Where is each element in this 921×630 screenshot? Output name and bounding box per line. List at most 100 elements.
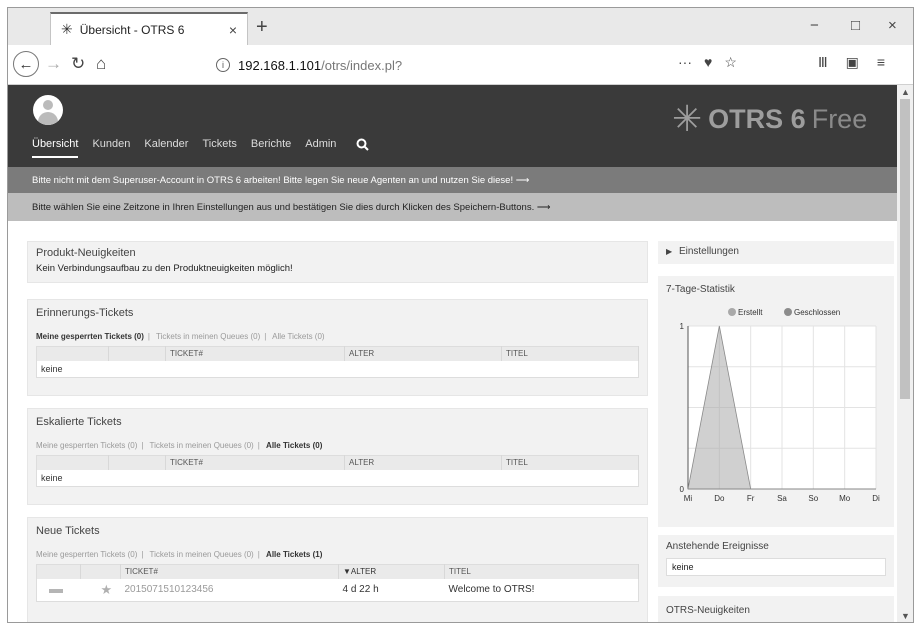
tab-my-queues[interactable]: Tickets in meinen Queues (0) (150, 550, 254, 559)
escalated-title[interactable]: Eskalierte Tickets (28, 409, 647, 435)
events-title[interactable]: Anstehende Ereignisse (658, 535, 894, 558)
triangle-right-icon: ▶ (666, 247, 673, 256)
col-ticket-number[interactable]: TICKET# (120, 564, 339, 579)
tab-all-tickets[interactable]: Alle Tickets (0) (272, 332, 324, 341)
settings-toggle[interactable]: ▶ Einstellungen (658, 241, 894, 264)
otrs-news-title: OTRS-Neuigkeiten (666, 605, 750, 616)
scrollbar-thumb[interactable] (900, 99, 910, 399)
legend-label: Geschlossen (794, 308, 840, 317)
window-close-icon[interactable]: × (888, 17, 897, 34)
scrollbar[interactable]: ▲ ▼ (897, 85, 913, 622)
ticket-number[interactable]: 2015071510123456 (121, 579, 339, 602)
tab-strip: ✳ Übersicht - OTRS 6 × + − □ × (8, 8, 913, 45)
nav-customers[interactable]: Kunden (92, 138, 130, 158)
stats-widget: 7-Tage-Statistik Mi Do Fr Sa So Mo Di 0 1 Erstell… (658, 276, 894, 527)
logo-brand: OTRS 6 (708, 103, 806, 134)
events-widget: Anstehende Ereignisse keine (658, 535, 894, 587)
legend-swatch (728, 308, 736, 316)
legend-label: Erstellt (738, 308, 763, 317)
col-age[interactable]: ▼ALTER (338, 564, 445, 579)
logo-edition: Free (811, 103, 868, 134)
tab-all-tickets[interactable]: Alle Tickets (0) (266, 441, 322, 450)
reminder-title[interactable]: Erinnerungs-Tickets (28, 300, 647, 326)
y-tick-label: 1 (680, 322, 685, 331)
page-actions-icon[interactable]: ··· (678, 54, 692, 71)
browser-toolbar: ← → ↻ ⌂ i 192.168.1.101/otrs/index.pl? ·… (8, 45, 913, 85)
col-icon1 (36, 455, 109, 470)
col-icon1 (36, 564, 81, 579)
browser-tab[interactable]: ✳ Übersicht - OTRS 6 × (50, 12, 248, 45)
star-icon[interactable]: ★ (101, 582, 113, 597)
home-button[interactable]: ⌂ (96, 54, 106, 74)
nav-reports[interactable]: Berichte (251, 138, 291, 158)
forward-button[interactable]: → (45, 54, 62, 74)
priority-bar-icon (49, 588, 63, 593)
new-tickets-tabs: Meine gesperrten Tickets (0) | Tickets in… (36, 550, 323, 559)
new-tickets-title[interactable]: Neue Tickets (28, 518, 647, 544)
table-row[interactable]: ★ 2015071510123456 4 d 22 h Welcome to O… (37, 579, 639, 602)
library-icon[interactable]: Ⅲ (818, 54, 828, 71)
col-ticket-number[interactable]: TICKET# (165, 455, 345, 470)
otrs-header: Übersicht Kunden Kalender Tickets Berich… (8, 85, 897, 167)
info-icon[interactable]: i (216, 58, 230, 72)
nav-overview[interactable]: Übersicht (32, 138, 79, 158)
tab-title: Übersicht - OTRS 6 (79, 22, 185, 37)
tab-my-queues[interactable]: Tickets in meinen Queues (0) (150, 441, 254, 450)
star-cell: ★ (81, 579, 121, 602)
scroll-down-icon[interactable]: ▼ (901, 611, 910, 621)
reload-button[interactable]: ↻ (71, 54, 85, 74)
nav-admin[interactable]: Admin (305, 138, 336, 158)
scroll-up-icon[interactable]: ▲ (901, 87, 910, 97)
nav-calendar[interactable]: Kalender (144, 138, 188, 158)
new-tickets-widget: Neue Tickets Meine gesperrten Tickets (0… (27, 517, 648, 622)
col-age[interactable]: ALTER (344, 455, 502, 470)
bookmark-star-icon[interactable]: ☆ (724, 54, 737, 71)
col-title[interactable]: TITEL (444, 564, 639, 579)
otrs-news-widget[interactable]: OTRS-Neuigkeiten (658, 596, 894, 622)
superuser-notice[interactable]: Bitte nicht mit dem Superuser-Account in… (8, 167, 897, 193)
reminder-tabs: Meine gesperrten Tickets (0) | Tickets in… (36, 332, 325, 341)
tab-my-locked[interactable]: Meine gesperrten Tickets (0) (36, 550, 137, 559)
otrs-favicon-icon: ✳ (61, 21, 73, 37)
minimize-icon[interactable]: − (810, 17, 819, 34)
otrs-star-icon: ✳ (672, 98, 703, 139)
events-list: keine (666, 558, 886, 576)
back-button[interactable]: ← (13, 51, 39, 77)
ticket-age: 4 d 22 h (342, 584, 379, 595)
settings-label: Einstellungen (678, 246, 739, 257)
new-tab-button[interactable]: + (256, 16, 268, 39)
pocket-icon[interactable]: ♥ (704, 54, 712, 71)
otrs-logo: ✳ OTRS 6 Free (672, 101, 867, 137)
maximize-icon[interactable]: □ (851, 17, 860, 34)
x-tick-label: So (808, 494, 818, 503)
col-title[interactable]: TITEL (501, 455, 639, 470)
tab-my-locked[interactable]: Meine gesperrten Tickets (0) (36, 332, 144, 341)
x-tick-label: Mi (684, 494, 693, 503)
y-tick-label: 0 (680, 485, 685, 494)
col-ticket-number[interactable]: TICKET# (165, 346, 345, 361)
escalated-tabs: Meine gesperrten Tickets (0) | Tickets in… (36, 441, 323, 450)
product-news-title[interactable]: Produkt-Neuigkeiten (28, 242, 647, 264)
x-tick-label: Di (872, 494, 880, 503)
tab-close-icon[interactable]: × (229, 22, 237, 38)
avatar[interactable] (33, 95, 63, 125)
timezone-notice[interactable]: Bitte wählen Sie eine Zeitzone in Ihren … (8, 193, 897, 221)
priority-cell (37, 579, 81, 602)
x-tick-label: Do (714, 494, 725, 503)
nav-tickets[interactable]: Tickets (202, 138, 236, 158)
tab-all-tickets[interactable]: Alle Tickets (1) (266, 550, 322, 559)
col-age[interactable]: ALTER (344, 346, 502, 361)
search-icon[interactable] (356, 138, 370, 158)
ticket-title[interactable]: Welcome to OTRS! (445, 579, 639, 602)
menu-icon[interactable]: ≡ (877, 54, 885, 71)
stats-title[interactable]: 7-Tage-Statistik (658, 276, 894, 303)
x-tick-label: Mo (839, 494, 851, 503)
browser-window: ✳ Übersicht - OTRS 6 × + − □ × ← → ↻ ⌂ i… (7, 7, 914, 623)
col-title[interactable]: TITEL (501, 346, 639, 361)
tab-my-locked[interactable]: Meine gesperrten Tickets (0) (36, 441, 137, 450)
stats-chart: Mi Do Fr Sa So Mo Di 0 1 Erstellt Geschlossen (680, 308, 880, 503)
tab-my-queues[interactable]: Tickets in meinen Queues (0) (156, 332, 260, 341)
arrow-left-icon: ← (18, 55, 34, 73)
sidebar-icon[interactable]: ▣ (846, 54, 859, 71)
page-content: Übersicht Kunden Kalender Tickets Berich… (8, 85, 897, 622)
